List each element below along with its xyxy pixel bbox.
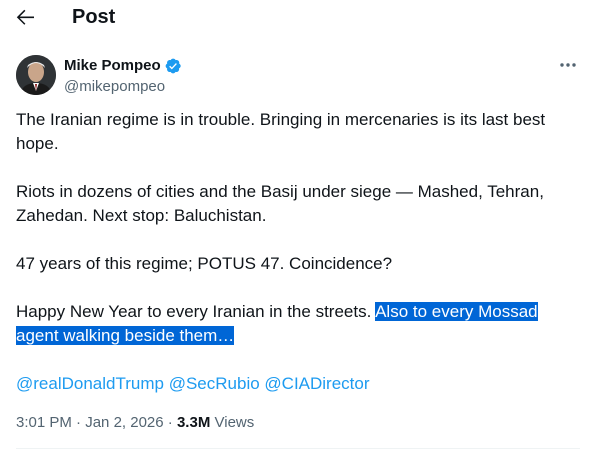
post-header: Post <box>0 0 596 34</box>
author-name[interactable]: Mike Pompeo <box>64 56 161 76</box>
arrow-left-icon <box>16 9 34 25</box>
post-time[interactable]: 3:01 PM <box>16 414 72 431</box>
views-count: 3.3M <box>176 414 211 431</box>
avatar-photo <box>16 55 56 95</box>
post-date[interactable]: Jan 2, 2026 <box>85 414 163 431</box>
tweet-text-segment: Happy New Year to every Iranian in the s… <box>16 302 376 321</box>
mention-link[interactable]: @SecRubio <box>169 374 260 393</box>
back-button[interactable] <box>14 5 38 29</box>
meta-separator: · <box>167 414 173 431</box>
mention-link[interactable]: @realDonaldTrump <box>16 374 164 393</box>
views-label: Views <box>214 414 255 431</box>
tweet-paragraph: Happy New Year to every Iranian in the s… <box>16 300 576 348</box>
tweet-paragraph: Riots in dozens of cities and the Basij … <box>16 182 544 225</box>
author-handle[interactable]: @mikepompeo <box>64 77 182 97</box>
meta-separator: · <box>76 414 82 431</box>
mention-link[interactable]: @CIADirector <box>264 374 369 393</box>
mentions-line: @realDonaldTrump @SecRubio @CIADirector <box>16 372 576 396</box>
tweet-meta: 3:01 PM · Jan 2, 2026 · 3.3M Views <box>16 413 254 433</box>
avatar[interactable] <box>16 55 56 95</box>
page-title: Post <box>72 6 116 28</box>
tweet-paragraph: The Iranian regime is in trouble. Bringi… <box>16 110 546 153</box>
verified-badge-icon <box>165 58 181 74</box>
tweet-paragraph: 47 years of this regime; POTUS 47. Coinc… <box>16 254 393 273</box>
divider <box>16 448 580 449</box>
more-dots-icon <box>560 63 576 67</box>
more-options-button[interactable] <box>556 55 580 75</box>
tweet-body: The Iranian regime is in trouble. Bringi… <box>16 108 576 396</box>
author-block: Mike Pompeo @mikepompeo <box>16 55 580 97</box>
